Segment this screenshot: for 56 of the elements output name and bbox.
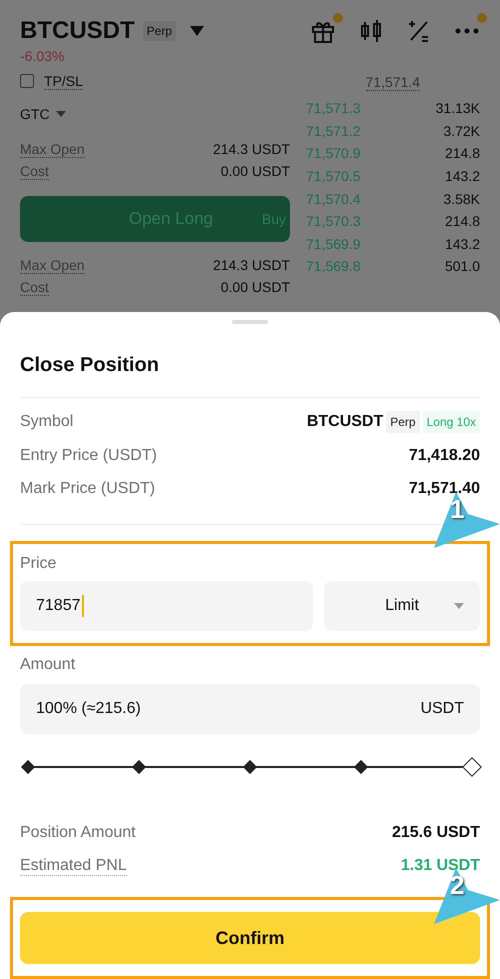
- toolbar-button[interactable]: [358, 18, 384, 44]
- bid-size: 31.13K: [436, 100, 480, 116]
- tpsl-checkbox[interactable]: [20, 74, 34, 88]
- info-value: 0.00 USDT: [220, 163, 290, 179]
- last-price: 71,571.4: [366, 74, 420, 91]
- more-icon: [455, 28, 479, 34]
- bid-price: 71,570.5: [306, 168, 360, 184]
- info-label: Estimated PNL: [20, 856, 127, 876]
- info-label: Position Amount: [20, 824, 136, 842]
- position-tag: Long 10x: [422, 411, 480, 434]
- field-label: Amount: [20, 656, 76, 674]
- bid-size: 214.8: [444, 213, 480, 230]
- caret-icon[interactable]: [190, 26, 204, 36]
- order-type-dropdown[interactable]: Limit: [324, 581, 480, 631]
- bid-price: 71,571.3: [306, 100, 360, 116]
- candlestick-icon: [358, 18, 384, 44]
- bid-price: 71,571.2: [306, 122, 360, 139]
- bid-size: 3.58K: [443, 190, 480, 207]
- bid-size: 143.2: [444, 236, 480, 252]
- info-value: 71,418.20: [408, 446, 480, 465]
- info-value: 214.3 USDT: [212, 257, 290, 273]
- bid-size: 143.2: [444, 168, 480, 184]
- field-label: Price: [20, 555, 58, 573]
- tpsl-label: TP/SL: [44, 72, 83, 90]
- amount-slider[interactable]: [20, 756, 480, 778]
- amount-input[interactable]: 100% (≈215.6) USDT: [20, 684, 480, 734]
- bid-price: 71,570.9: [306, 145, 360, 162]
- info-label: Entry Price (USDT): [20, 446, 157, 465]
- info-value: 214.3 USDT: [212, 141, 290, 157]
- info-label: Cost: [20, 162, 49, 180]
- bid-price: 71,570.4: [306, 190, 360, 207]
- contract-tag: Perp: [142, 21, 176, 41]
- bid-price: 71,569.8: [306, 258, 360, 274]
- bid-size: 214.8: [444, 145, 480, 162]
- info-label: Mark Price (USDT): [20, 480, 156, 498]
- info-value: 215.6 USDT: [392, 824, 480, 842]
- confirm-button[interactable]: Confirm: [20, 912, 480, 964]
- sheet-title: Close Position: [20, 354, 160, 376]
- caret-icon: [454, 603, 464, 609]
- bid-price: 71,569.9: [306, 236, 360, 252]
- price-change: -6.03%: [20, 48, 66, 64]
- info-value: 0.00 USDT: [220, 279, 290, 295]
- caret-icon: [56, 111, 66, 117]
- price-input[interactable]: 71857: [20, 581, 313, 631]
- info-label: Max Open: [20, 140, 85, 158]
- position-tag: Perp: [386, 411, 420, 434]
- info-label: Symbol: [20, 413, 74, 432]
- bid-size: 3.72K: [443, 122, 480, 139]
- symbol-title: BTCUSDT: [20, 17, 135, 45]
- bid-price: 71,570.3: [306, 213, 360, 230]
- info-value: BTCUSDT: [306, 413, 384, 432]
- time-in-force-dropdown[interactable]: GTC: [20, 106, 290, 122]
- info-label: Cost: [20, 278, 49, 296]
- bid-size: 501.0: [444, 258, 480, 274]
- info-label: Max Open: [20, 256, 85, 274]
- sheet-handle[interactable]: [232, 320, 268, 324]
